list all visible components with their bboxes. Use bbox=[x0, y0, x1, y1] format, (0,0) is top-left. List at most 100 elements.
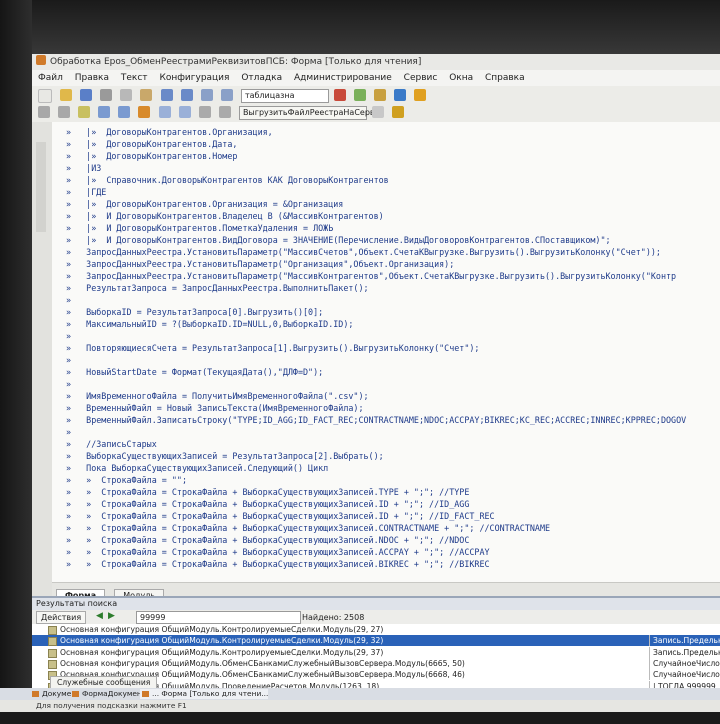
code-line[interactable]: » » СтрокаФайла = СтрокаФайла + ВыборкаС… bbox=[66, 534, 469, 546]
find-icon[interactable] bbox=[200, 89, 213, 101]
redo-icon[interactable] bbox=[180, 89, 193, 101]
format-icon[interactable] bbox=[178, 106, 191, 118]
menu-text[interactable]: Текст bbox=[121, 70, 148, 86]
bookmark-icon[interactable] bbox=[78, 106, 91, 118]
menu-debug[interactable]: Отладка bbox=[241, 70, 282, 86]
code-line[interactable]: » |» И ДоговорыКонтрагентов.ВидДоговора … bbox=[66, 234, 611, 246]
form-icon bbox=[142, 691, 149, 697]
indent-icon[interactable] bbox=[38, 106, 50, 118]
find-next-icon[interactable] bbox=[220, 89, 233, 101]
help-icon[interactable] bbox=[394, 89, 407, 101]
actions-button[interactable]: Действия bbox=[36, 611, 87, 624]
code-line[interactable]: » ПовторяющиесяСчета = РезультатЗапроса[… bbox=[66, 342, 479, 354]
code-line[interactable]: » bbox=[66, 378, 71, 390]
code-line[interactable]: » ВременныйФайл = Новый ЗаписьТекста(Имя… bbox=[66, 402, 364, 414]
menu-service[interactable]: Сервис bbox=[404, 70, 438, 86]
code-line[interactable]: » ВыборкаСуществующихЗаписей = Результат… bbox=[66, 450, 384, 462]
code-line[interactable]: » Пока ВыборкаСуществующихЗаписей.Следую… bbox=[66, 462, 328, 474]
taskbar-item-form-document[interactable]: ФормаДокумента bbox=[70, 689, 151, 699]
code-line[interactable]: » ЗапросДанныхРеестра.УстановитьПараметр… bbox=[66, 270, 676, 282]
result-row[interactable]: Основная конфигурация ОбщийМодуль.Контро… bbox=[32, 635, 720, 647]
code-line[interactable]: » » СтрокаФайла = СтрокаФайла + ВыборкаС… bbox=[66, 486, 469, 498]
toolbar-row-2: ВыгрузитьФайлРеестраНаСерв bbox=[38, 104, 407, 120]
code-line[interactable]: » ВременныйФайл.ЗаписатьСтроку("TYPE;ID_… bbox=[66, 414, 686, 426]
code-line[interactable]: » РезультатЗапроса = ЗапросДанныхРеестра… bbox=[66, 282, 369, 294]
taskbar-item-form-readonly[interactable]: ... Форма [Только для чтени... bbox=[140, 689, 269, 699]
code-line[interactable]: » » СтрокаФайла = СтрокаФайла + ВыборкаС… bbox=[66, 558, 490, 570]
code-line[interactable]: » |» И ДоговорыКонтрагентов.Владелец В (… bbox=[66, 210, 384, 222]
search-dropdown-icon[interactable] bbox=[334, 89, 347, 101]
result-row[interactable]: Основная конфигурация ОбщийМодуль.ОбменС… bbox=[32, 657, 720, 669]
wizard-icon[interactable] bbox=[198, 106, 211, 118]
procedure-selector[interactable]: ВыгрузитьФайлРеестраНаСерв bbox=[238, 106, 375, 120]
cut-icon[interactable] bbox=[100, 89, 113, 101]
document-icon bbox=[32, 691, 39, 697]
debug-icon[interactable] bbox=[374, 89, 387, 101]
code-line[interactable]: » |» Справочник.ДоговорыКонтрагентов КАК… bbox=[66, 174, 389, 186]
run-icon[interactable] bbox=[354, 89, 367, 101]
code-line[interactable]: » » СтрокаФайла = СтрокаФайла + ВыборкаС… bbox=[66, 522, 550, 534]
code-line[interactable]: » |» ДоговорыКонтрагентов.Дата, bbox=[66, 138, 237, 150]
code-line[interactable]: » ЗапросДанныхРеестра.УстановитьПараметр… bbox=[66, 246, 661, 258]
menu-configuration[interactable]: Конфигурация bbox=[159, 70, 229, 86]
code-line[interactable]: » » СтрокаФайла = СтрокаФайла + ВыборкаС… bbox=[66, 546, 490, 558]
menu-windows[interactable]: Окна bbox=[449, 70, 473, 86]
window-titlebar: Обработка Epos_ОбменРеестрамиРеквизитовП… bbox=[32, 54, 720, 70]
result-snippet: СлучайноеЧисло = bbox=[649, 669, 720, 681]
menu-bar: Файл Правка Текст Конфигурация Отладка А… bbox=[32, 70, 720, 86]
results-search-input[interactable]: 99999 bbox=[136, 611, 301, 624]
breakpoint-icon[interactable] bbox=[392, 106, 405, 118]
code-line[interactable]: » bbox=[66, 330, 71, 342]
code-line[interactable]: » ВыборкаID = РезультатЗапроса[0].Выгруз… bbox=[66, 306, 323, 318]
forward-arrow-icon[interactable]: ▶ bbox=[108, 611, 118, 622]
menu-administration[interactable]: Администрирование bbox=[294, 70, 392, 86]
code-line[interactable]: » МаксимальныйID = ?(ВыборкаID.ID=NULL,0… bbox=[66, 318, 353, 330]
save-icon[interactable] bbox=[80, 89, 93, 101]
search-combo[interactable]: таблицазна bbox=[240, 89, 329, 103]
code-line[interactable]: » » СтрокаФайла = ""; bbox=[66, 474, 187, 486]
code-line[interactable]: » |» ДоговорыКонтрагентов.Организация = … bbox=[66, 198, 343, 210]
code-line[interactable]: » ИмяВременногоФайла = ПолучитьИмяВремен… bbox=[66, 390, 369, 402]
result-location: Основная конфигурация ОбщийМодуль.ОбменС… bbox=[60, 658, 465, 668]
code-line[interactable]: » |ГДЕ bbox=[66, 186, 106, 198]
syntax-check-icon[interactable] bbox=[158, 106, 171, 118]
taskbar-item-label: ... Форма [Только для чтени... bbox=[152, 689, 269, 698]
new-icon[interactable] bbox=[38, 89, 52, 103]
menu-help[interactable]: Справка bbox=[485, 70, 525, 86]
back-arrow-icon[interactable]: ◀ bbox=[96, 611, 106, 622]
uncomment-icon[interactable] bbox=[118, 106, 131, 118]
side-panel-tab[interactable] bbox=[36, 142, 46, 232]
result-snippet: Запись.Предельна bbox=[649, 646, 720, 658]
code-line[interactable]: » » СтрокаФайла = СтрокаФайла + ВыборкаС… bbox=[66, 498, 469, 510]
copy-icon[interactable] bbox=[120, 89, 133, 101]
configurator-window: Обработка Epos_ОбменРеестрамиРеквизитовП… bbox=[32, 54, 720, 714]
code-editor[interactable]: » |» ДоговорыКонтрагентов.Организация,» … bbox=[52, 122, 720, 582]
undo-icon[interactable] bbox=[160, 89, 173, 101]
code-line[interactable]: » bbox=[66, 294, 71, 306]
result-row[interactable]: Основная конфигурация ОбщийМодуль.Контро… bbox=[32, 646, 720, 658]
result-row[interactable]: Основная конфигурация ОбщийМодуль.Контро… bbox=[32, 624, 720, 635]
code-line[interactable]: » //ЗаписьСтарых bbox=[66, 438, 157, 450]
comment-icon[interactable] bbox=[98, 106, 111, 118]
code-line[interactable]: » bbox=[66, 354, 71, 366]
code-line[interactable]: » ЗапросДанныхРеестра.УстановитьПараметр… bbox=[66, 258, 454, 270]
module-icon[interactable] bbox=[138, 106, 151, 118]
info-icon[interactable] bbox=[414, 89, 427, 101]
code-line[interactable]: » » СтрокаФайла = СтрокаФайла + ВыборкаС… bbox=[66, 510, 495, 522]
procedure-dropdown-icon[interactable] bbox=[372, 106, 385, 118]
code-line[interactable]: » |» ДоговорыКонтрагентов.Номер bbox=[66, 150, 237, 162]
paste-icon[interactable] bbox=[140, 89, 153, 101]
menu-file[interactable]: Файл bbox=[38, 70, 63, 86]
properties-side-panel[interactable] bbox=[32, 122, 53, 602]
code-line[interactable]: » bbox=[66, 426, 71, 438]
code-line[interactable]: » НовыйStartDate = Формат(ТекущаяДата(),… bbox=[66, 366, 323, 378]
status-bar: Для получения подсказки нажмите F1 bbox=[0, 700, 720, 712]
open-icon[interactable] bbox=[60, 89, 73, 101]
code-line[interactable]: » |» И ДоговорыКонтрагентов.ПометкаУдале… bbox=[66, 222, 333, 234]
outdent-icon[interactable] bbox=[58, 106, 71, 118]
code-line[interactable]: » |» ДоговорыКонтрагентов.Организация, bbox=[66, 126, 273, 138]
window-title: Обработка Epos_ОбменРеестрамиРеквизитовП… bbox=[50, 57, 422, 67]
menu-edit[interactable]: Правка bbox=[75, 70, 109, 86]
code-line[interactable]: » |ИЗ bbox=[66, 162, 101, 174]
query-icon[interactable] bbox=[218, 106, 231, 118]
